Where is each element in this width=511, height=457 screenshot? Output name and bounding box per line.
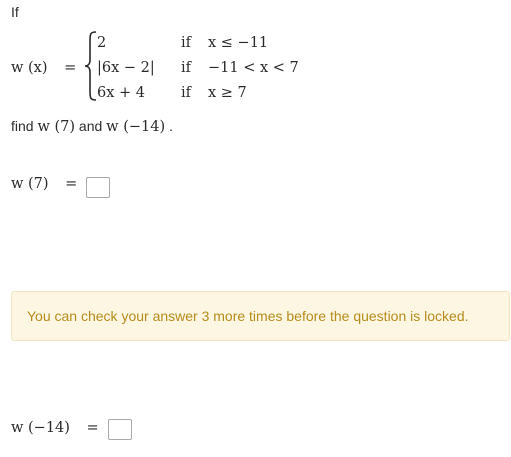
question-1-label: w (7) = [11,176,77,192]
case-2-value: |6x − 2| [97,60,155,76]
q2-expression: w (−14) [11,420,70,436]
q2-equals: = [86,420,99,436]
q1-expression: w (7) [11,176,49,192]
attempts-notice: You can check your answer 3 more times b… [11,291,510,341]
find-expr-1: w (7) [37,119,76,135]
function-lhs: w (x) = [11,60,76,76]
case-3-condition: x ≥ 7 [208,85,247,101]
case-3-value: 6x + 4 [97,85,145,101]
case-3-if: if [181,85,192,101]
find-and: and [78,118,103,134]
find-prompt: find w (7) and w (−14) . [11,118,173,135]
find-period: . [169,118,173,134]
equals-sign: = [64,60,77,76]
attempts-notice-text: You can check your answer 3 more times b… [27,308,469,324]
case-1-if: if [181,35,192,51]
function-name: w (x) [11,60,48,76]
question-2-label: w (−14) = [11,420,99,436]
case-1-value: 2 [97,35,107,51]
case-1-condition: x ≤ −11 [208,35,269,51]
find-expr-2: w (−14) [106,119,166,135]
case-2-if: if [181,60,192,76]
intro-text: If [11,4,19,20]
case-2-condition: −11 < x < 7 [208,60,299,76]
answer-input-w-14[interactable] [108,419,132,440]
answer-input-w7[interactable] [86,177,110,198]
q1-equals: = [65,176,78,192]
left-brace [84,31,97,101]
find-word: find [11,118,34,134]
